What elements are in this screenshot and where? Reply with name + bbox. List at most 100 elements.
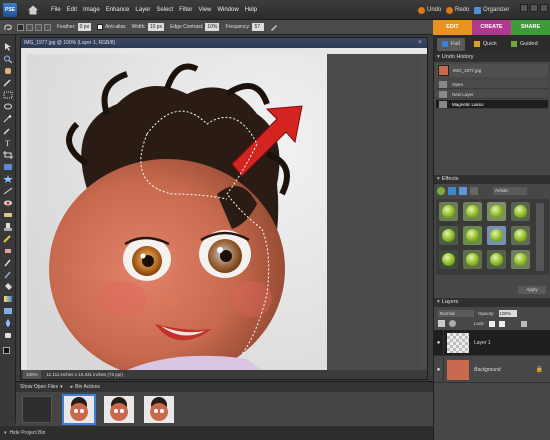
tab-create[interactable]: CREATE bbox=[472, 20, 511, 35]
type-tool-icon[interactable]: T bbox=[3, 139, 13, 147]
eyedropper-tool-icon[interactable] bbox=[3, 79, 13, 87]
tab-edit[interactable]: EDIT bbox=[433, 20, 472, 35]
effects-header[interactable]: ▾ Effects bbox=[434, 175, 550, 184]
organizer-button[interactable]: Organizer bbox=[474, 4, 509, 16]
effect-thumbnail[interactable] bbox=[463, 202, 482, 221]
layers-header[interactable]: ▾ Layers bbox=[434, 298, 550, 307]
image-canvas[interactable] bbox=[27, 54, 327, 370]
tab-share[interactable]: SHARE bbox=[511, 20, 550, 35]
new-layer-icon[interactable] bbox=[438, 320, 445, 327]
clone-stamp-tool-icon[interactable] bbox=[3, 223, 13, 231]
home-icon[interactable] bbox=[27, 4, 39, 16]
effect-thumbnail[interactable] bbox=[439, 226, 458, 245]
hide-project-bin-button[interactable]: ▾ Hide Project Bin bbox=[0, 426, 433, 440]
red-eye-tool-icon[interactable] bbox=[3, 199, 13, 207]
menu-layer[interactable]: Layer bbox=[132, 5, 153, 15]
magic-wand-tool-icon[interactable] bbox=[3, 115, 13, 123]
foreground-color-swatch[interactable] bbox=[3, 347, 10, 354]
brush-tool-icon[interactable] bbox=[3, 259, 13, 267]
history-item[interactable]: New Layer bbox=[436, 90, 548, 99]
effects-category-dropdown[interactable]: Artistic bbox=[493, 187, 527, 195]
close-window-button[interactable] bbox=[540, 4, 548, 12]
spot-healing-brush-icon[interactable] bbox=[3, 211, 13, 219]
undo-history-header[interactable]: ▾ Undo History bbox=[434, 53, 550, 62]
subtract-selection-button[interactable] bbox=[35, 23, 42, 31]
layer-styles-icon[interactable] bbox=[448, 187, 456, 195]
straighten-tool-icon[interactable] bbox=[3, 187, 13, 195]
undo-button[interactable]: Undo bbox=[418, 4, 441, 16]
add-selection-button[interactable] bbox=[26, 23, 33, 31]
move-tool-icon[interactable] bbox=[3, 43, 13, 51]
effect-thumbnail[interactable] bbox=[511, 226, 530, 245]
recompose-tool-icon[interactable] bbox=[3, 163, 13, 171]
smart-brush-tool-icon[interactable] bbox=[3, 271, 13, 279]
quick-selection-tool-icon[interactable] bbox=[3, 127, 13, 135]
feather-field[interactable]: 0 px bbox=[77, 23, 92, 31]
eye-icon[interactable]: ● bbox=[434, 329, 444, 356]
marquee-tool-icon[interactable] bbox=[3, 91, 13, 99]
trash-icon[interactable] bbox=[520, 320, 527, 327]
sponge-tool-icon[interactable] bbox=[3, 331, 13, 339]
history-snapshot[interactable]: IMG_1977.jpg bbox=[436, 64, 548, 77]
eye-icon[interactable]: ● bbox=[434, 356, 444, 383]
effect-thumbnail[interactable] bbox=[439, 250, 458, 269]
blend-mode-dropdown[interactable]: Normal bbox=[438, 310, 474, 317]
zoom-tool-icon[interactable] bbox=[3, 55, 13, 63]
vertical-scrollbar[interactable] bbox=[419, 54, 427, 370]
menu-select[interactable]: Select bbox=[153, 5, 176, 15]
bin-actions-dropdown[interactable]: ▸ Bin Actions bbox=[71, 384, 100, 390]
tab-quick[interactable]: Quick bbox=[469, 38, 502, 51]
apply-button[interactable]: Apply bbox=[518, 286, 546, 294]
effect-thumbnail[interactable] bbox=[511, 202, 530, 221]
effect-thumbnail[interactable] bbox=[439, 202, 458, 221]
menu-enhance[interactable]: Enhance bbox=[103, 5, 133, 15]
lock-all-icon[interactable] bbox=[498, 320, 505, 327]
menu-help[interactable]: Help bbox=[242, 5, 260, 15]
intersect-selection-button[interactable] bbox=[44, 23, 51, 31]
layer-row-active[interactable]: ● Layer 1 bbox=[434, 329, 550, 356]
menu-edit[interactable]: Edit bbox=[64, 5, 80, 15]
blur-tool-icon[interactable] bbox=[3, 319, 13, 327]
hand-tool-icon[interactable] bbox=[3, 67, 13, 75]
adjustment-layer-icon[interactable] bbox=[449, 320, 456, 327]
effect-thumbnail[interactable] bbox=[487, 250, 506, 269]
lock-transparency-icon[interactable] bbox=[488, 320, 495, 327]
edge-contrast-field[interactable]: 10% bbox=[205, 23, 220, 31]
filters-icon[interactable] bbox=[437, 187, 445, 195]
bin-thumbnail[interactable] bbox=[144, 396, 174, 423]
effects-scrollbar[interactable] bbox=[536, 203, 544, 271]
bin-thumbnail-selected[interactable] bbox=[62, 394, 96, 425]
lasso-tool-icon[interactable] bbox=[3, 103, 13, 111]
effect-thumbnail[interactable] bbox=[487, 226, 506, 245]
cookie-cutter-tool-icon[interactable] bbox=[3, 175, 13, 183]
all-effects-icon[interactable] bbox=[470, 187, 478, 195]
width-field[interactable]: 10 px bbox=[147, 23, 165, 31]
crop-tool-icon[interactable] bbox=[3, 151, 13, 159]
redo-button[interactable]: Redo bbox=[446, 4, 469, 16]
bin-thumbnail-empty[interactable] bbox=[22, 396, 52, 423]
menu-file[interactable]: File bbox=[48, 5, 64, 15]
show-open-files-dropdown[interactable]: Show Open Files ▾ bbox=[20, 384, 63, 390]
eraser-tool-icon[interactable] bbox=[3, 247, 13, 255]
gradient-tool-icon[interactable] bbox=[3, 295, 13, 303]
photo-effects-icon[interactable] bbox=[459, 187, 467, 195]
menu-image[interactable]: Image bbox=[80, 5, 103, 15]
effect-thumbnail[interactable] bbox=[463, 226, 482, 245]
zoom-field[interactable]: 100% bbox=[23, 370, 41, 379]
document-title[interactable]: IMG_1977.jpg @ 100% (Layer 1, RGB/8) bbox=[21, 38, 427, 48]
paint-bucket-tool-icon[interactable] bbox=[3, 283, 13, 291]
pencil-tool-icon[interactable] bbox=[3, 235, 13, 243]
frequency-field[interactable]: 57 bbox=[252, 23, 265, 31]
bin-thumbnail[interactable] bbox=[104, 396, 134, 423]
close-document-icon[interactable]: × bbox=[416, 39, 424, 47]
effect-thumbnail[interactable] bbox=[511, 250, 530, 269]
maximize-button[interactable] bbox=[530, 4, 538, 12]
history-item-active[interactable]: Magnetic Lasso bbox=[436, 100, 548, 109]
magnetic-lasso-icon[interactable] bbox=[3, 23, 13, 32]
tab-guided[interactable]: Guided bbox=[506, 38, 543, 51]
menu-filter[interactable]: Filter bbox=[176, 5, 195, 15]
antialias-checkbox[interactable] bbox=[97, 24, 104, 30]
effect-thumbnail[interactable] bbox=[463, 250, 482, 269]
menu-view[interactable]: View bbox=[195, 5, 214, 15]
history-item[interactable]: Open bbox=[436, 80, 548, 89]
